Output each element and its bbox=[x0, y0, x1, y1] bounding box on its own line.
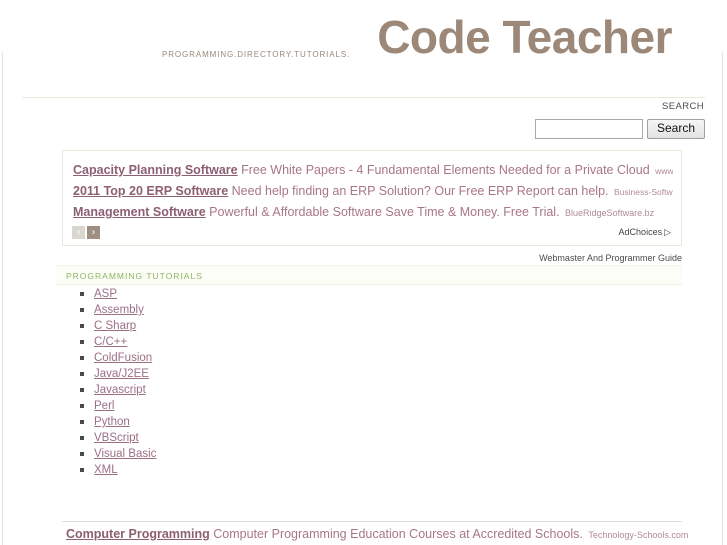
tutorial-link-javascript[interactable]: Javascript bbox=[94, 384, 146, 396]
masthead: Code Teacher PROGRAMMING.DIRECTORY.TUTOR… bbox=[0, 0, 727, 90]
bullet-icon bbox=[80, 452, 84, 456]
ad-title-1[interactable]: Capacity Planning Software bbox=[73, 163, 238, 177]
site-logo-title[interactable]: Code Teacher bbox=[377, 14, 672, 60]
programming-tutorials-list: ASP Assembly C Sharp C/C++ ColdFusion Ja… bbox=[56, 286, 683, 478]
list-item: C Sharp bbox=[56, 318, 683, 334]
tutorial-link-asp[interactable]: ASP bbox=[94, 288, 117, 300]
chevron-left-icon[interactable]: ‹ bbox=[72, 226, 85, 239]
ad-title-3[interactable]: Management Software bbox=[73, 205, 206, 219]
bullet-icon bbox=[80, 324, 84, 328]
bullet-icon bbox=[80, 356, 84, 360]
bullet-icon bbox=[80, 468, 84, 472]
bullet-icon bbox=[80, 436, 84, 440]
ad-description-3: Powerful & Affordable Software Save Time… bbox=[209, 205, 560, 219]
chevron-right-icon[interactable]: › bbox=[87, 226, 100, 239]
bottom-ad-title[interactable]: Computer Programming bbox=[66, 527, 210, 541]
tutorial-link-xml[interactable]: XML bbox=[94, 464, 118, 476]
ad-url-3[interactable]: BlueRidgeSoftware.bz bbox=[565, 208, 654, 218]
ad-row-1: Capacity Planning Software Free White Pa… bbox=[73, 163, 673, 177]
list-item: Java/J2EE bbox=[56, 366, 683, 382]
list-item: VBScript bbox=[56, 430, 683, 446]
adchoices-triangle-icon: ▷ bbox=[664, 227, 671, 237]
bottom-ad-divider bbox=[62, 521, 682, 522]
ad-row-2: 2011 Top 20 ERP Software Need help findi… bbox=[73, 184, 673, 198]
adchoices-link[interactable]: AdChoices ▷ bbox=[619, 227, 671, 238]
tutorial-link-perl[interactable]: Perl bbox=[94, 400, 114, 412]
programming-tutorials-title: PROGRAMMING TUTORIALS bbox=[66, 271, 203, 281]
ad-description-2: Need help finding an ERP Solution? Our F… bbox=[231, 184, 609, 198]
bottom-ad-description: Computer Programming Education Courses a… bbox=[213, 527, 583, 541]
page-border-right bbox=[722, 52, 723, 545]
page-root: Code Teacher PROGRAMMING.DIRECTORY.TUTOR… bbox=[0, 0, 727, 545]
list-item: XML bbox=[56, 462, 683, 478]
tutorial-link-vbscript[interactable]: VBScript bbox=[94, 432, 139, 444]
bullet-icon bbox=[80, 372, 84, 376]
bullet-icon bbox=[80, 340, 84, 344]
list-item: Javascript bbox=[56, 382, 683, 398]
bottom-ad-row: Computer Programming Computer Programmin… bbox=[66, 527, 706, 541]
bullet-icon bbox=[80, 292, 84, 296]
list-item: Visual Basic bbox=[56, 446, 683, 462]
search-area: SEARCH Search bbox=[534, 101, 705, 140]
ad-url-2[interactable]: Business-Software.c.. bbox=[614, 187, 673, 197]
bullet-icon bbox=[80, 308, 84, 312]
search-row: Search bbox=[534, 119, 705, 140]
search-label: SEARCH bbox=[662, 101, 704, 112]
ad-description-1: Free White Papers - 4 Fundamental Elemen… bbox=[241, 163, 650, 177]
tutorial-link-java-j2ee[interactable]: Java/J2EE bbox=[94, 368, 149, 380]
ad-title-2[interactable]: 2011 Top 20 ERP Software bbox=[73, 184, 228, 198]
list-item: C/C++ bbox=[56, 334, 683, 350]
bullet-icon bbox=[80, 404, 84, 408]
search-input[interactable] bbox=[534, 119, 643, 139]
adchoices-label: AdChoices bbox=[618, 227, 663, 237]
top-ad-box: Capacity Planning Software Free White Pa… bbox=[62, 150, 682, 246]
bottom-ad-url[interactable]: Technology-Schools.com bbox=[588, 530, 688, 540]
masthead-divider bbox=[22, 97, 705, 98]
ad-url-1[interactable]: www.neta... bbox=[655, 166, 673, 176]
page-border-left bbox=[2, 52, 3, 545]
tutorial-link-c-sharp[interactable]: C Sharp bbox=[94, 320, 136, 332]
list-item: ColdFusion bbox=[56, 350, 683, 366]
bullet-icon bbox=[80, 420, 84, 424]
bullet-icon bbox=[80, 388, 84, 392]
ad-row-3: Management Software Powerful & Affordabl… bbox=[73, 205, 673, 219]
tutorial-link-coldfusion[interactable]: ColdFusion bbox=[94, 352, 152, 364]
programming-tutorials-header: PROGRAMMING TUTORIALS bbox=[56, 265, 683, 285]
tutorial-link-assembly[interactable]: Assembly bbox=[94, 304, 144, 316]
search-button[interactable]: Search bbox=[646, 119, 705, 140]
list-item: Perl bbox=[56, 398, 683, 414]
webmaster-guide-note: Webmaster And Programmer Guide bbox=[539, 253, 682, 263]
tutorial-link-visual-basic[interactable]: Visual Basic bbox=[94, 448, 156, 460]
list-item: Python bbox=[56, 414, 683, 430]
tutorial-link-python[interactable]: Python bbox=[94, 416, 130, 428]
site-tagline: PROGRAMMING.DIRECTORY.TUTORIALS. bbox=[162, 50, 351, 59]
tutorial-link-c-cpp[interactable]: C/C++ bbox=[94, 336, 127, 348]
list-item: ASP bbox=[56, 286, 683, 302]
ad-carousel-nav: ‹ › bbox=[72, 226, 100, 239]
list-item: Assembly bbox=[56, 302, 683, 318]
